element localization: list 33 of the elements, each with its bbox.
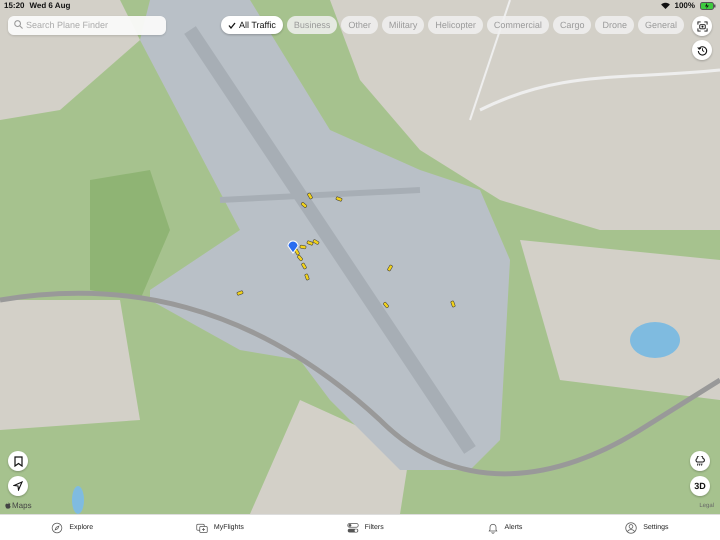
aircraft-icon[interactable] — [236, 290, 244, 296]
filter-chip[interactable]: Helicopter — [428, 16, 483, 34]
wifi-icon — [660, 2, 670, 9]
aircraft-icon[interactable] — [450, 300, 456, 308]
filter-chip[interactable]: All Traffic — [221, 16, 283, 34]
toggles-icon — [346, 522, 359, 534]
aircraft-icon[interactable] — [382, 302, 390, 308]
filter-chip[interactable]: Commercial — [486, 16, 549, 34]
person-icon — [625, 522, 638, 534]
filter-chip[interactable]: General — [638, 16, 684, 34]
status-date: Wed 6 Aug — [29, 1, 70, 10]
aircraft-icon[interactable] — [335, 196, 343, 202]
maps-attribution: Maps — [12, 501, 32, 510]
apple-logo-icon — [5, 502, 11, 509]
camera-scan-icon — [696, 20, 708, 32]
battery-icon — [700, 2, 716, 10]
cards-icon — [196, 522, 208, 534]
filter-chip[interactable]: Business — [286, 16, 338, 34]
search-field[interactable]: Search Plane Finder — [8, 16, 166, 34]
rain-cloud-icon — [694, 456, 706, 466]
status-time: 15:20 — [4, 1, 24, 10]
filter-chip[interactable]: Other — [341, 16, 378, 34]
aircraft-icon[interactable] — [386, 264, 394, 272]
filter-chip[interactable]: Drone — [595, 16, 634, 34]
history-icon — [696, 44, 708, 56]
compass-icon — [51, 522, 64, 534]
checkmark-icon — [228, 22, 236, 28]
location-pin-icon — [288, 240, 298, 254]
location-arrow-icon — [13, 481, 23, 491]
bookmark-icon — [14, 456, 22, 466]
battery-percentage: 100% — [674, 1, 695, 10]
bell-icon — [486, 522, 499, 534]
filter-chip[interactable]: Military — [382, 16, 424, 34]
